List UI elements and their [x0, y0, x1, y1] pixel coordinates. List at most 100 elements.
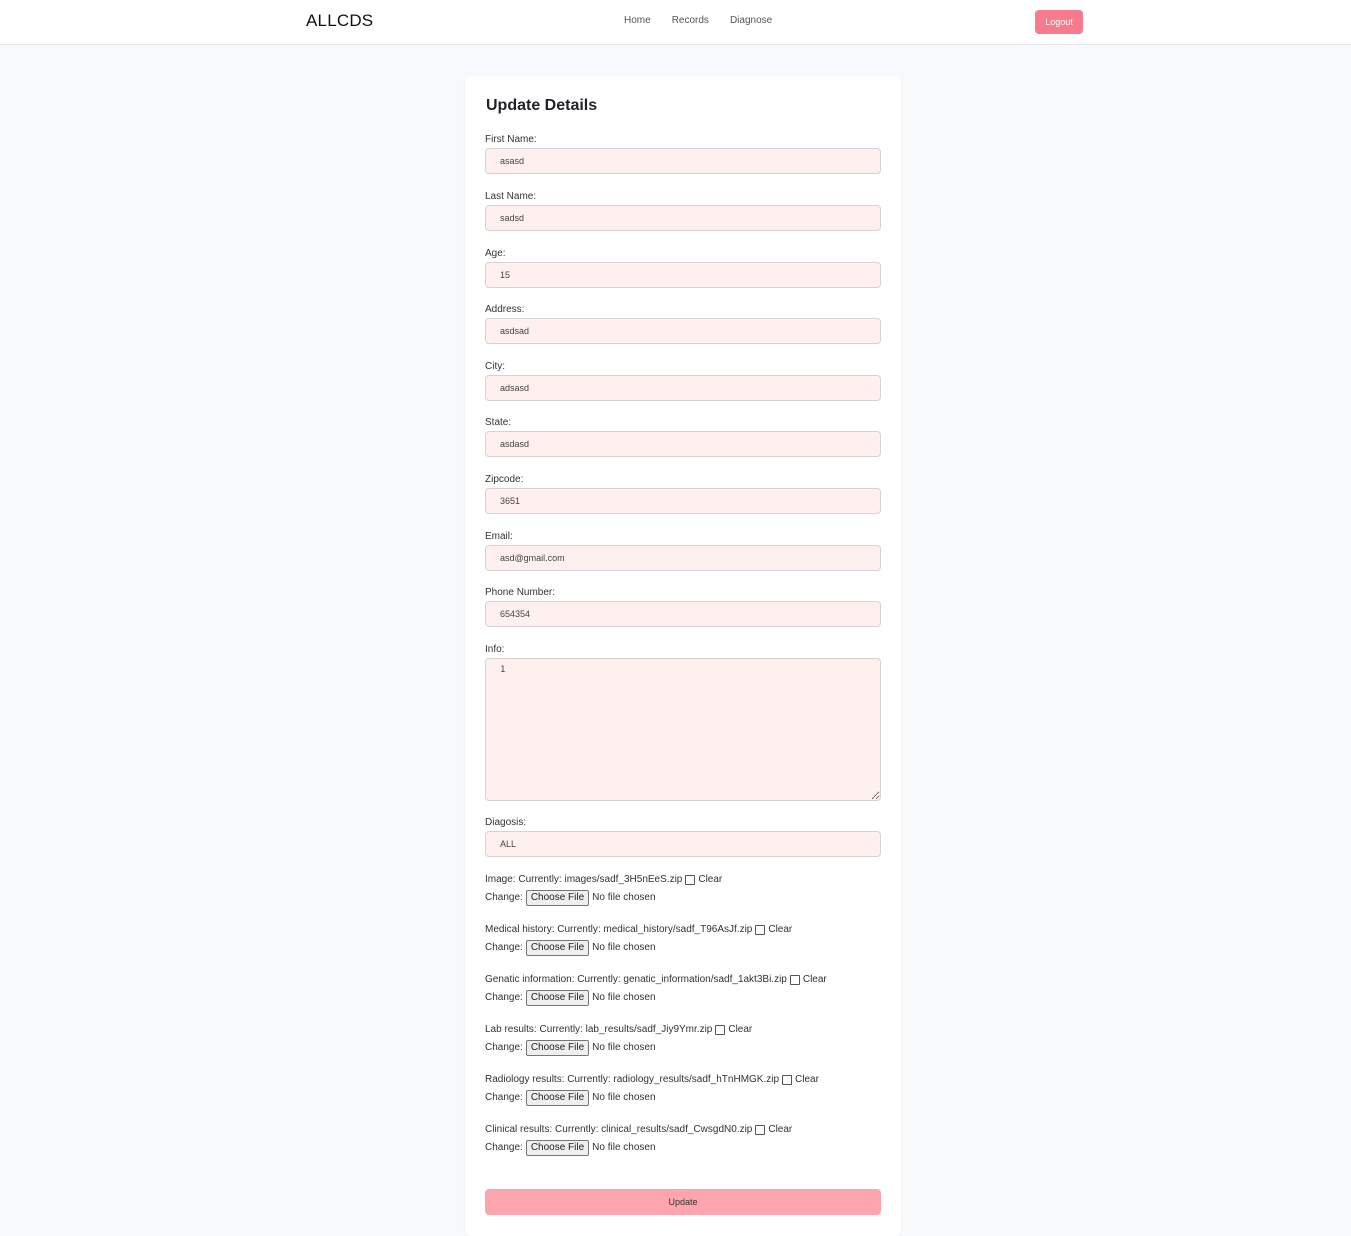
- first-name-label: First Name:: [485, 134, 537, 145]
- field-zipcode: Zipcode:: [485, 474, 881, 514]
- currently-text: Currently:: [557, 924, 601, 935]
- page-title: Update Details: [486, 97, 598, 114]
- file-group-medical-history: Medical history: Currently: medical_hist…: [485, 923, 881, 956]
- address-label: Address:: [485, 304, 525, 315]
- clear-label: Clear: [768, 1124, 793, 1135]
- clear-checkbox[interactable]: [755, 925, 766, 935]
- nav-link-home[interactable]: Home: [624, 15, 651, 26]
- email-label: Email:: [485, 531, 513, 542]
- first-name-input[interactable]: [485, 148, 881, 174]
- currently-text: Currently:: [518, 874, 562, 885]
- info-textarea[interactable]: 1: [485, 658, 881, 801]
- field-city: City:: [485, 361, 881, 401]
- file-group-radiology-results: Radiology results: Currently: radiology_…: [485, 1073, 881, 1106]
- clear-checkbox[interactable]: [782, 1075, 793, 1085]
- file-label: Image:: [485, 874, 516, 885]
- field-age: Age:: [485, 248, 881, 288]
- current-file-link[interactable]: genatic_information/sadf_1akt3Bi.zip: [623, 973, 786, 987]
- file-current-line: Clinical results: Currently: clinical_re…: [485, 1123, 881, 1137]
- no-file-text: No file chosen: [592, 1142, 656, 1153]
- city-input[interactable]: [485, 375, 881, 401]
- file-group-image: Image: Currently: images/sadf_3H5nEeS.zi…: [485, 873, 881, 906]
- zipcode-input[interactable]: [485, 488, 881, 514]
- change-label: Change:: [485, 1142, 523, 1153]
- diagnosis-label: Diagosis:: [485, 817, 527, 828]
- current-file-link[interactable]: images/sadf_3H5nEeS.zip: [565, 873, 683, 887]
- file-label: Genatic information:: [485, 974, 575, 985]
- no-file-text: No file chosen: [592, 892, 656, 903]
- change-label: Change:: [485, 1092, 523, 1103]
- field-address: Address:: [485, 304, 881, 344]
- currently-text: Currently:: [567, 1074, 611, 1085]
- choose-file-button[interactable]: Choose File: [525, 1090, 590, 1106]
- clear-label: Clear: [698, 874, 723, 885]
- state-input[interactable]: [485, 431, 881, 457]
- clear-checkbox[interactable]: [685, 875, 696, 885]
- field-last-name: Last Name:: [485, 191, 881, 231]
- current-file-link[interactable]: clinical_results/sadf_CwsgdN0.zip: [601, 1123, 752, 1137]
- age-input[interactable]: [485, 262, 881, 288]
- state-label: State:: [485, 417, 512, 428]
- nav-link-diagnose[interactable]: Diagnose: [730, 15, 772, 26]
- file-current-line: Lab results: Currently: lab_results/sadf…: [485, 1023, 881, 1037]
- current-file-link[interactable]: lab_results/sadf_Jiy9Ymr.zip: [586, 1023, 713, 1037]
- choose-file-button[interactable]: Choose File: [525, 1040, 590, 1056]
- file-label: Medical history:: [485, 924, 555, 935]
- current-file-link[interactable]: radiology_results/sadf_hTnHMGK.zip: [613, 1073, 779, 1087]
- update-button[interactable]: Update: [485, 1189, 881, 1215]
- email-input[interactable]: [485, 545, 881, 571]
- choose-file-button[interactable]: Choose File: [525, 1140, 590, 1156]
- clear-label: Clear: [728, 1024, 753, 1035]
- last-name-label: Last Name:: [485, 191, 537, 202]
- navbar: ALLCDS Home Records Diagnose Logout: [0, 0, 1351, 45]
- field-first-name: First Name:: [485, 134, 881, 174]
- file-label: Clinical results:: [485, 1124, 553, 1135]
- currently-text: Currently:: [539, 1024, 583, 1035]
- nav-links: Home Records Diagnose: [624, 15, 772, 26]
- file-label: Lab results:: [485, 1024, 537, 1035]
- choose-file-button[interactable]: Choose File: [525, 890, 590, 906]
- clear-checkbox[interactable]: [715, 1025, 726, 1035]
- file-current-line: Medical history: Currently: medical_hist…: [485, 923, 881, 937]
- file-group-clinical-results: Clinical results: Currently: clinical_re…: [485, 1123, 881, 1156]
- choose-file-button[interactable]: Choose File: [525, 940, 590, 956]
- file-group-genatic-information: Genatic information: Currently: genatic_…: [485, 973, 881, 1006]
- no-file-text: No file chosen: [592, 1092, 656, 1103]
- nav-link-records[interactable]: Records: [672, 15, 709, 26]
- choose-file-button[interactable]: Choose File: [525, 990, 590, 1006]
- field-phone-number: Phone Number:: [485, 587, 881, 627]
- change-label: Change:: [485, 1042, 523, 1053]
- logout-button[interactable]: Logout: [1035, 10, 1083, 34]
- clear-label: Clear: [768, 924, 793, 935]
- change-label: Change:: [485, 892, 523, 903]
- file-current-line: Image: Currently: images/sadf_3H5nEeS.zi…: [485, 873, 881, 887]
- field-info: Info: 1: [485, 644, 881, 801]
- clear-label: Clear: [795, 1074, 819, 1085]
- brand-logo[interactable]: ALLCDS: [306, 11, 373, 31]
- field-diagnosis: Diagosis:: [485, 817, 881, 857]
- file-group-lab-results: Lab results: Currently: lab_results/sadf…: [485, 1023, 881, 1056]
- file-change-line: Change: Choose File No file chosen: [485, 940, 881, 956]
- currently-text: Currently:: [577, 974, 621, 985]
- change-label: Change:: [485, 942, 523, 953]
- clear-checkbox[interactable]: [789, 975, 800, 985]
- diagnosis-input[interactable]: [485, 831, 881, 857]
- clear-label: Clear: [802, 974, 827, 985]
- phone-number-input[interactable]: [485, 601, 881, 627]
- zipcode-label: Zipcode:: [485, 474, 524, 485]
- no-file-text: No file chosen: [592, 1042, 656, 1053]
- address-input[interactable]: [485, 318, 881, 344]
- currently-text: Currently:: [555, 1124, 599, 1135]
- clear-checkbox[interactable]: [755, 1125, 766, 1135]
- no-file-text: No file chosen: [592, 992, 656, 1003]
- field-state: State:: [485, 417, 881, 457]
- file-change-line: Change: Choose File No file chosen: [485, 990, 881, 1006]
- file-current-line: Genatic information: Currently: genatic_…: [485, 973, 881, 987]
- file-label: Radiology results:: [485, 1074, 565, 1085]
- last-name-input[interactable]: [485, 205, 881, 231]
- current-file-link[interactable]: medical_history/sadf_T96AsJf.zip: [603, 923, 752, 937]
- file-change-line: Change: Choose File No file chosen: [485, 1090, 881, 1106]
- file-change-line: Change: Choose File No file chosen: [485, 1140, 881, 1156]
- age-label: Age:: [485, 248, 506, 259]
- file-current-line: Radiology results: Currently: radiology_…: [485, 1073, 881, 1087]
